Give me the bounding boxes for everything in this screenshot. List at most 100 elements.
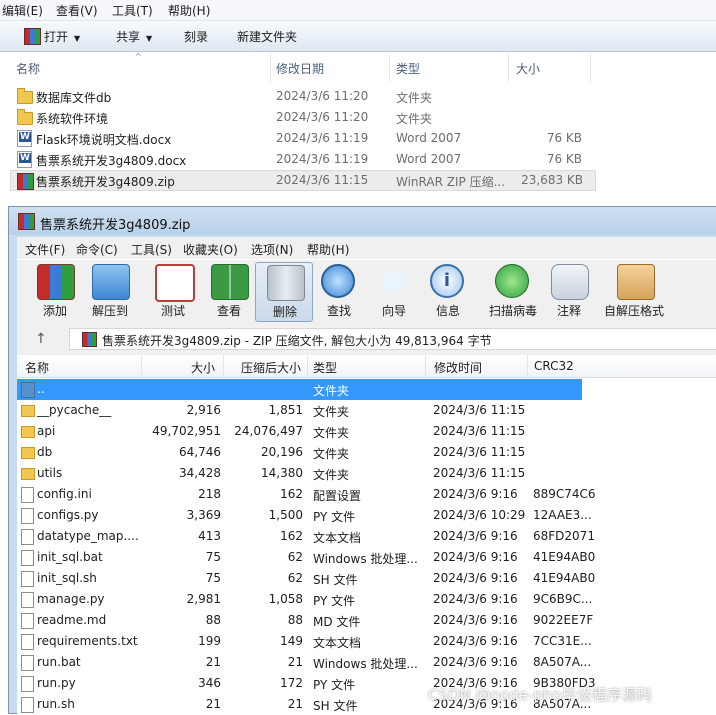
winrar-menubar: 文件(F) 命令(C) 工具(S) 收藏夹(O) 选项(N) 帮助(H) xyxy=(17,237,716,259)
entry-modified: 2024/3/6 9:16 xyxy=(433,613,518,627)
archive-row[interactable]: init_sql.sh 75 62 SH 文件 2024/3/6 9:16 41E94AB… xyxy=(17,568,716,589)
file-icon xyxy=(21,571,34,587)
winrar-archive-icon xyxy=(82,332,97,347)
column-modified[interactable]: 修改日期 xyxy=(276,60,324,77)
archive-row[interactable]: init_sql.bat 75 62 Windows 批处理... 2024/3/6 9… xyxy=(17,547,716,568)
archive-row-selected[interactable]: .. 文件夹 xyxy=(17,379,582,400)
archive-row[interactable]: utils 34,428 14,380 文件夹 2024/3/6 11:15 xyxy=(17,463,716,484)
path-field[interactable]: 售票系统开发3g4809.zip - ZIP 压缩文件, 解包大小为 49,81… xyxy=(69,328,716,350)
menu-favorites[interactable]: 收藏夹(O) xyxy=(183,241,238,258)
column-divider[interactable] xyxy=(425,355,426,377)
menu-tools[interactable]: 工具(S) xyxy=(131,241,172,258)
column-type[interactable]: 类型 xyxy=(396,60,420,77)
find-magnifier-icon xyxy=(321,264,355,298)
menu-options[interactable]: 选项(N) xyxy=(251,241,293,258)
column-divider[interactable] xyxy=(141,355,142,377)
entry-modified: 2024/3/6 9:16 xyxy=(433,487,518,501)
menu-edit[interactable]: 编辑(E) xyxy=(2,2,43,19)
entry-packed-size: 88 xyxy=(287,613,303,627)
entry-name: config.ini xyxy=(37,487,92,501)
column-divider[interactable] xyxy=(527,355,528,377)
archive-row[interactable]: db 64,746 20,196 文件夹 2024/3/6 11:15 xyxy=(17,442,716,463)
column-type[interactable]: 类型 xyxy=(313,359,337,376)
entry-packed-size: 62 xyxy=(287,571,303,585)
add-archive-icon xyxy=(37,264,75,300)
menu-view[interactable]: 查看(V) xyxy=(56,2,98,19)
add-button[interactable]: 添加 xyxy=(26,262,84,322)
view-button[interactable]: 查看 xyxy=(200,262,258,322)
burn-button[interactable]: 刻录 xyxy=(184,28,208,45)
entry-size: 413 xyxy=(198,529,221,543)
archive-row[interactable]: api 49,702,951 24,076,497 文件夹 2024/3/6 11:15 xyxy=(17,421,716,442)
file-row[interactable]: Flask环境说明文档.docx 2024/3/6 11:19 Word 200… xyxy=(0,128,716,149)
archive-row[interactable]: manage.py 2,981 1,058 PY 文件 2024/3/6 9:16 9C6… xyxy=(17,589,716,610)
extract-to-label: 解压到 xyxy=(91,304,128,318)
menu-tools[interactable]: 工具(T) xyxy=(112,2,153,19)
file-icon xyxy=(21,634,34,650)
file-modified: 2024/3/6 11:19 xyxy=(276,152,369,166)
winrar-titlebar[interactable]: 售票系统开发3g4809.zip xyxy=(9,207,716,235)
entry-type: 文件夹 xyxy=(313,384,350,398)
archive-row[interactable]: configs.py 3,369 1,500 PY 文件 2024/3/6 10:29 1… xyxy=(17,505,716,526)
menu-file[interactable]: 文件(F) xyxy=(25,241,65,258)
menu-help[interactable]: 帮助(H) xyxy=(168,2,210,19)
entry-crc: 9C6B9C... xyxy=(533,592,593,606)
wizard-button[interactable]: 向导 xyxy=(365,262,423,322)
open-button[interactable]: 打开 ▼ xyxy=(44,28,80,45)
watermark: CSDN @node-php毕设程序源码 xyxy=(428,686,652,704)
column-divider[interactable] xyxy=(223,355,224,377)
file-row-selected[interactable]: 售票系统开发3g4809.zip 2024/3/6 11:15 WinRAR Z… xyxy=(10,170,596,191)
entry-name: datatype_map.... xyxy=(37,529,139,543)
extract-to-button[interactable]: 解压到 xyxy=(81,262,139,322)
archive-row[interactable]: __pycache__ 2,916 1,851 文件夹 2024/3/6 11:15 xyxy=(17,400,716,421)
column-divider[interactable] xyxy=(508,54,509,82)
entry-name: run.bat xyxy=(37,655,81,669)
file-size: 23,683 KB xyxy=(521,173,583,187)
archive-row[interactable]: requirements.txt 199 149 文本文档 2024/3/6 9:16 7… xyxy=(17,631,716,652)
sfx-button[interactable]: 自解压格式 xyxy=(604,262,665,322)
entry-packed-size: 1,058 xyxy=(268,592,303,606)
test-button[interactable]: 测试 xyxy=(144,262,202,322)
find-button[interactable]: 查找 xyxy=(310,262,368,322)
menu-help[interactable]: 帮助(H) xyxy=(307,241,349,258)
entry-packed-size: 21 xyxy=(287,655,303,669)
column-modified[interactable]: 修改时间 xyxy=(434,359,482,376)
share-label: 共享 xyxy=(116,30,141,44)
up-arrow-icon[interactable]: ↑ xyxy=(35,331,47,347)
test-label: 测试 xyxy=(160,304,185,318)
file-type: 文件夹 xyxy=(396,91,433,105)
menu-commands[interactable]: 命令(C) xyxy=(76,241,118,258)
delete-button[interactable]: 删除 xyxy=(255,262,313,322)
file-row[interactable]: 售票系统开发3g4809.docx 2024/3/6 11:19 Word 20… xyxy=(0,149,716,170)
column-divider[interactable] xyxy=(389,54,390,82)
column-divider[interactable] xyxy=(270,54,271,82)
entry-name: manage.py xyxy=(37,592,105,606)
view-book-icon xyxy=(211,264,249,300)
column-name[interactable]: 名称 xyxy=(25,359,49,376)
entry-packed-size: 149 xyxy=(280,634,303,648)
entry-packed-size: 162 xyxy=(280,487,303,501)
archive-row[interactable]: datatype_map.... 413 162 文本文档 2024/3/6 9:16 6… xyxy=(17,526,716,547)
column-name[interactable]: 名称 xyxy=(16,60,40,77)
column-divider[interactable] xyxy=(307,355,308,377)
share-button[interactable]: 共享 ▼ xyxy=(116,28,152,45)
column-size[interactable]: 大小 xyxy=(516,60,540,77)
new-folder-button[interactable]: 新建文件夹 xyxy=(237,28,297,45)
info-button[interactable]: i 信息 xyxy=(419,262,477,322)
file-name: Flask环境说明文档.docx xyxy=(36,133,172,147)
archive-row[interactable]: readme.md 88 88 MD 文件 2024/3/6 9:16 9022EE7F xyxy=(17,610,716,631)
archive-row[interactable]: config.ini 218 162 配置设置 2024/3/6 9:16 889C74C… xyxy=(17,484,716,505)
file-row[interactable]: 数据库文件db 2024/3/6 11:20 文件夹 xyxy=(0,86,716,107)
virus-scan-button[interactable]: 扫描病毒 xyxy=(484,262,542,322)
folder-icon xyxy=(17,109,33,125)
file-row[interactable]: 系统软件环境 2024/3/6 11:20 文件夹 xyxy=(0,107,716,128)
archive-row[interactable]: run.bat 21 21 Windows 批处理... 2024/3/6 9:16 8A… xyxy=(17,652,716,673)
word-document-icon xyxy=(17,151,32,168)
column-packed[interactable]: 压缩后大小 xyxy=(229,359,301,376)
entry-type: PY 文件 xyxy=(313,678,356,692)
comment-button[interactable]: 注释 xyxy=(540,262,598,322)
column-divider[interactable] xyxy=(590,54,591,82)
column-crc[interactable]: CRC32 xyxy=(534,359,574,373)
column-size[interactable]: 大小 xyxy=(147,359,215,376)
folder-icon xyxy=(21,468,35,480)
